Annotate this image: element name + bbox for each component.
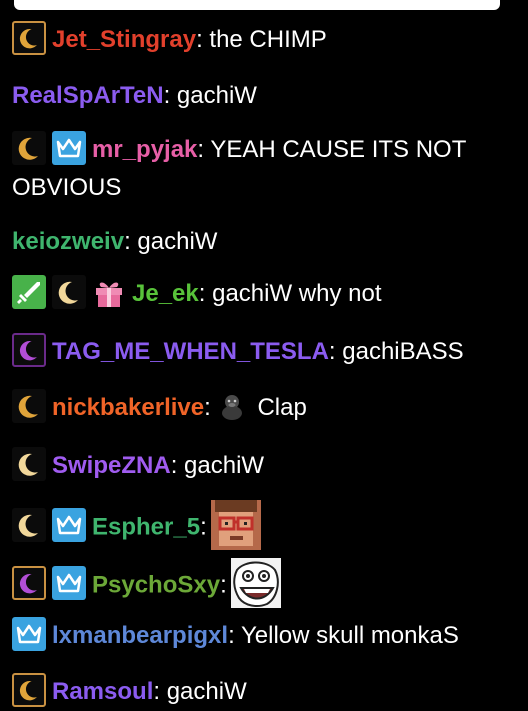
chat-message: RealSpArTeN: gachiW <box>12 77 512 115</box>
chat-text: gachiW <box>130 228 218 255</box>
moon-icon <box>12 566 46 600</box>
chat-separator: : <box>124 228 131 255</box>
chat-separator: : <box>196 26 203 53</box>
moon-icon <box>12 20 46 55</box>
chat-username[interactable]: keiozweiv <box>12 228 124 255</box>
chat-separator: : <box>228 622 235 649</box>
chat-message: mr_pyjak: YEAH CAUSE ITS NOT OBVIOUS <box>12 130 482 207</box>
moon-icon <box>52 274 86 309</box>
moon-icon <box>12 446 46 481</box>
chat-message: Jet_Stingray: the CHIMP <box>12 20 512 59</box>
chat-text: the CHIMP <box>202 26 327 53</box>
chat-text: gachiW <box>177 452 265 479</box>
chat-text: gachiW why not <box>205 280 382 307</box>
chat-message: Ramsoul: gachiW <box>12 672 512 711</box>
chat-message: Espher_5: <box>12 500 512 553</box>
sword-icon <box>12 274 46 309</box>
chat-message: PsychoSxy: <box>12 558 512 611</box>
gorilla-emote <box>217 391 247 421</box>
chat-username[interactable]: PsychoSxy <box>92 571 220 598</box>
moon-icon <box>12 508 46 542</box>
chat-username[interactable]: TAG_ME_WHEN_TESLA <box>52 338 329 365</box>
chat-message: lxmanbearpigxl: Yellow skull monkaS <box>12 616 512 655</box>
tooltip-remnant <box>14 0 500 10</box>
chat-text: gachiBASS <box>335 338 464 365</box>
chat-message: nickbakerlive: Clap <box>12 388 512 427</box>
moon-icon <box>12 388 46 423</box>
chat-username[interactable]: SwipeZNA <box>52 452 171 479</box>
chat-message: Je_ek: gachiW why not <box>12 274 512 313</box>
chat-text: gachiW <box>170 82 257 109</box>
chat-message: keiozweiv: gachiW <box>12 223 512 261</box>
glasses-face-emote <box>210 500 261 550</box>
chat-text: Yellow skull monkaS <box>234 622 459 649</box>
crown-icon <box>12 616 46 651</box>
crown-icon <box>52 566 86 600</box>
troll-face-emote <box>230 558 281 608</box>
moon-icon <box>12 130 46 165</box>
gift-icon <box>92 275 126 309</box>
crown-icon <box>52 508 86 542</box>
crown-icon <box>52 130 86 165</box>
chat-separator: : <box>200 513 207 541</box>
chat-separator: : <box>204 394 211 421</box>
chat-message: SwipeZNA: gachiW <box>12 446 512 485</box>
tooltip-caret <box>25 0 45 7</box>
chat-username[interactable]: Espher_5 <box>92 513 200 540</box>
chat-username[interactable]: nickbakerlive <box>52 394 204 421</box>
chat-message: TAG_ME_WHEN_TESLA: gachiBASS <box>12 332 512 371</box>
chat-username[interactable]: lxmanbearpigxl <box>52 622 228 649</box>
chat-separator: : <box>220 571 227 599</box>
moon-icon <box>12 672 46 707</box>
chat-separator: : <box>328 338 336 365</box>
moon-icon <box>12 332 46 367</box>
chat-username[interactable]: Je_ek <box>132 280 199 307</box>
chat-username[interactable]: RealSpArTeN <box>12 82 164 109</box>
chat-text: Clap <box>250 394 307 421</box>
chat-username[interactable]: mr_pyjak <box>92 136 197 163</box>
chat-username[interactable]: Jet_Stingray <box>52 26 196 53</box>
